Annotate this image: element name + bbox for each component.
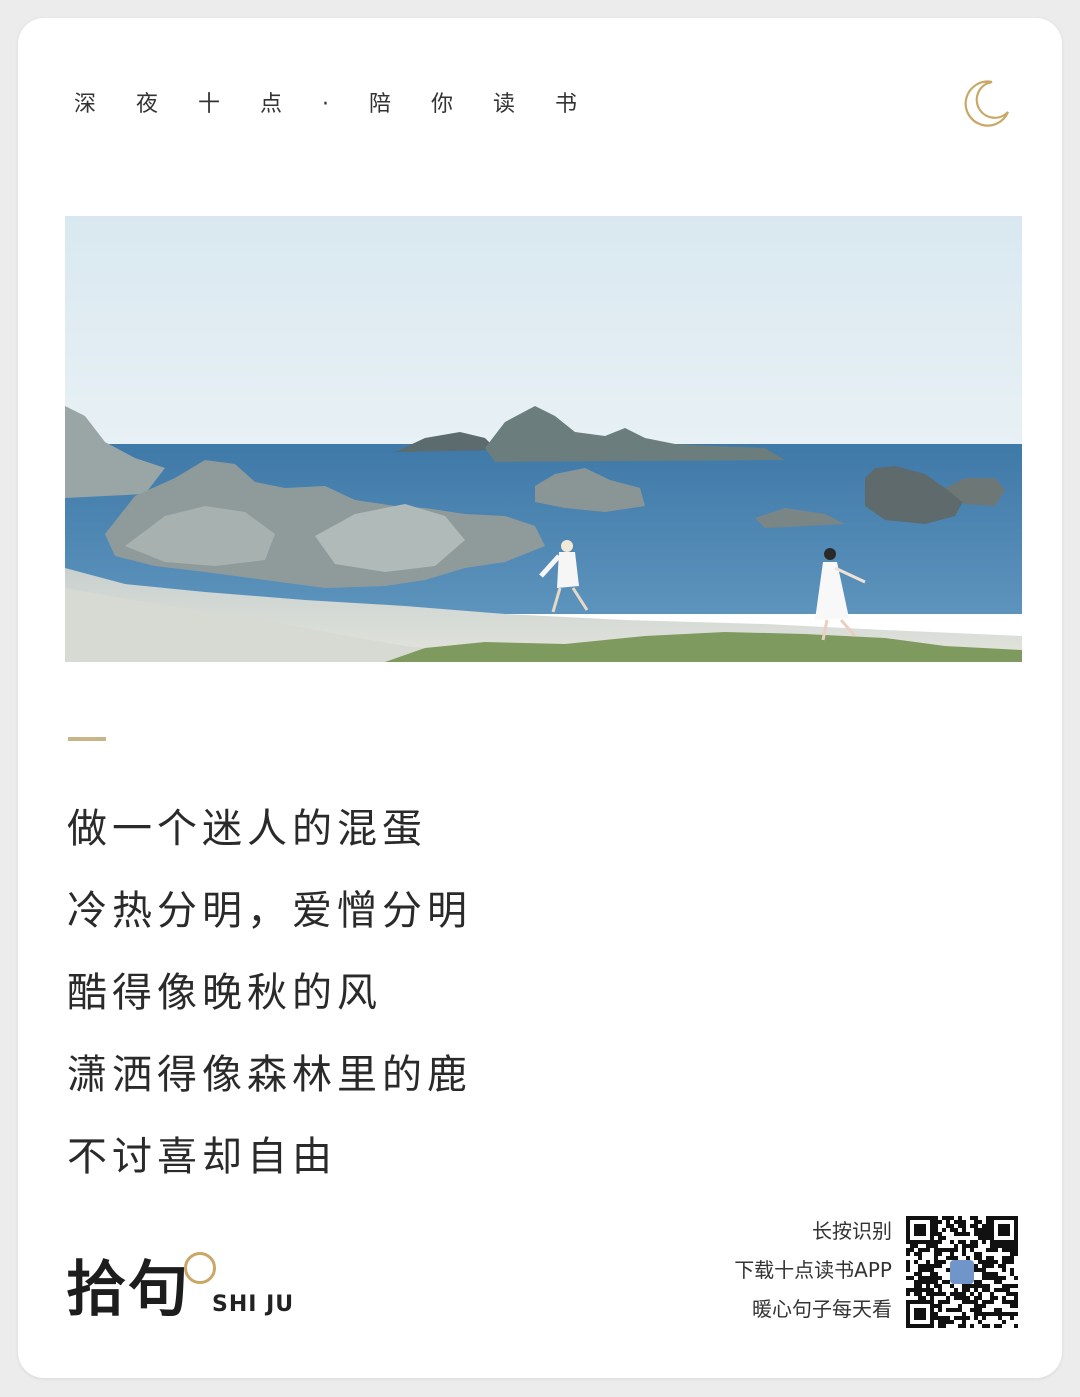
brand-name-cn: 拾句 [66, 1255, 190, 1325]
poem-text: 做一个迷人的混蛋 冷热分明，爱憎分明 酷得像晚秋的风 潇洒得像森林里的鹿 不讨喜… [67, 788, 472, 1198]
poem-line: 酷得像晚秋的风 [67, 970, 382, 1016]
brand-name-en: SHI JU [212, 1292, 295, 1317]
gold-divider [68, 737, 106, 741]
poem-line: 不讨喜却自由 [67, 1134, 337, 1180]
poem-line: 冷热分明，爱憎分明 [67, 888, 472, 934]
promo-line: 下载十点读书APP [734, 1258, 892, 1282]
header-tagline: 深夜十点·陪你读书 [74, 92, 617, 117]
promo-line: 长按识别 [812, 1219, 892, 1243]
hero-photo [65, 216, 1022, 662]
crescent-moon-icon [964, 80, 1010, 127]
app-promo-text: 长按识别 下载十点读书APP 暖心句子每天看 [734, 1212, 892, 1329]
qr-code[interactable] [906, 1216, 1018, 1328]
poem-line: 做一个迷人的混蛋 [67, 806, 427, 852]
app-logo-icon [950, 1260, 974, 1284]
logo-ring-icon [184, 1252, 216, 1284]
promo-line: 暖心句子每天看 [752, 1297, 892, 1321]
poem-line: 潇洒得像森林里的鹿 [67, 1052, 472, 1098]
